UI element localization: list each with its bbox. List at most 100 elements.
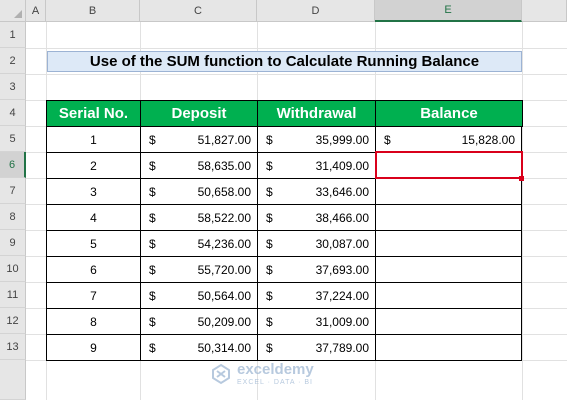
withdrawal-value: 37,224.00 — [315, 288, 369, 303]
withdrawal-value: 37,789.00 — [315, 340, 369, 355]
deposit-cell[interactable]: $55,720.00 — [140, 256, 258, 283]
active-cell-selection[interactable] — [375, 151, 523, 179]
serial-cell[interactable]: 4 — [46, 204, 141, 231]
deposit-cell[interactable]: $58,522.00 — [140, 204, 258, 231]
deposit-value: 58,635.00 — [197, 158, 251, 173]
balance-cell[interactable] — [375, 230, 522, 257]
withdrawal-cell[interactable]: $30,087.00 — [257, 230, 376, 257]
row-header-10[interactable]: 10 — [0, 256, 26, 282]
serial-cell[interactable]: 5 — [46, 230, 141, 257]
column-header-c[interactable]: C — [140, 0, 257, 22]
currency-symbol: $ — [266, 236, 273, 251]
deposit-cell[interactable]: $58,635.00 — [140, 152, 258, 179]
serial-cell[interactable]: 2 — [46, 152, 141, 179]
column-header-d[interactable]: D — [257, 0, 375, 22]
row-header-5[interactable]: 5 — [0, 126, 26, 152]
currency-symbol: $ — [149, 288, 156, 303]
withdrawal-value: 35,999.00 — [315, 132, 369, 147]
currency-symbol: $ — [266, 340, 273, 355]
select-all-button[interactable] — [0, 0, 26, 22]
balance-cell[interactable] — [375, 282, 522, 309]
table-header-serial-no: Serial No. — [46, 100, 141, 127]
serial-cell[interactable]: 1 — [46, 126, 141, 153]
withdrawal-cell[interactable]: $35,999.00 — [257, 126, 376, 153]
row-header-9[interactable]: 9 — [0, 230, 26, 256]
serial-cell[interactable]: 8 — [46, 308, 141, 335]
currency-symbol: $ — [266, 132, 273, 147]
gridline — [26, 74, 567, 75]
withdrawal-cell[interactable]: $38,466.00 — [257, 204, 376, 231]
table-header-withdrawal: Withdrawal — [257, 100, 376, 127]
currency-symbol: $ — [149, 184, 156, 199]
watermark-tagline: EXCEL · DATA · BI — [237, 379, 313, 386]
deposit-value: 50,658.00 — [197, 184, 251, 199]
balance-cell[interactable]: $15,828.00 — [375, 126, 522, 153]
balance-cell[interactable] — [375, 204, 522, 231]
balance-cell[interactable] — [375, 256, 522, 283]
withdrawal-cell[interactable]: $37,224.00 — [257, 282, 376, 309]
withdrawal-value: 38,466.00 — [315, 210, 369, 225]
deposit-value: 50,314.00 — [197, 340, 251, 355]
watermark: exceldemy EXCEL · DATA · BI — [210, 357, 380, 391]
row-header-3[interactable]: 3 — [0, 74, 26, 100]
column-header-b[interactable]: B — [46, 0, 140, 22]
currency-symbol: $ — [149, 158, 156, 173]
serial-cell[interactable]: 3 — [46, 178, 141, 205]
currency-symbol: $ — [266, 210, 273, 225]
deposit-value: 55,720.00 — [197, 262, 251, 277]
currency-symbol: $ — [266, 262, 273, 277]
currency-symbol: $ — [149, 132, 156, 147]
column-header-e[interactable]: E — [375, 0, 522, 22]
currency-symbol: $ — [384, 132, 391, 147]
row-header-13[interactable]: 13 — [0, 334, 26, 360]
deposit-cell[interactable]: $50,564.00 — [140, 282, 258, 309]
row-header-8[interactable]: 8 — [0, 204, 26, 230]
row-header-6[interactable]: 6 — [0, 152, 26, 178]
currency-symbol: $ — [266, 314, 273, 329]
deposit-cell[interactable]: $50,209.00 — [140, 308, 258, 335]
column-header-a[interactable]: A — [26, 0, 46, 22]
watermark-name: exceldemy — [237, 361, 314, 378]
deposit-cell[interactable]: $54,236.00 — [140, 230, 258, 257]
row-header-11[interactable]: 11 — [0, 282, 26, 308]
currency-symbol: $ — [149, 314, 156, 329]
currency-symbol: $ — [149, 236, 156, 251]
withdrawal-cell[interactable]: $33,646.00 — [257, 178, 376, 205]
row-header-2[interactable]: 2 — [0, 48, 26, 74]
currency-symbol: $ — [266, 184, 273, 199]
row-header-4[interactable]: 4 — [0, 100, 26, 126]
currency-symbol: $ — [149, 210, 156, 225]
row-header-1[interactable]: 1 — [0, 22, 26, 48]
deposit-value: 50,209.00 — [197, 314, 251, 329]
row-header-7[interactable]: 7 — [0, 178, 26, 204]
gridline — [26, 48, 567, 49]
deposit-value: 51,827.00 — [197, 132, 251, 147]
serial-cell[interactable]: 9 — [46, 334, 141, 361]
fill-handle[interactable] — [519, 176, 524, 181]
withdrawal-value: 31,009.00 — [315, 314, 369, 329]
deposit-cell[interactable]: $50,658.00 — [140, 178, 258, 205]
sheet-title: Use of the SUM function to Calculate Run… — [47, 51, 522, 72]
row-header-overflow — [0, 360, 26, 400]
balance-cell[interactable] — [375, 308, 522, 335]
withdrawal-value: 33,646.00 — [315, 184, 369, 199]
withdrawal-value: 31,409.00 — [315, 158, 369, 173]
currency-symbol: $ — [266, 158, 273, 173]
serial-cell[interactable]: 7 — [46, 282, 141, 309]
table-header-balance: Balance — [375, 100, 523, 127]
balance-value: 15,828.00 — [461, 132, 515, 147]
withdrawal-cell[interactable]: $31,409.00 — [257, 152, 376, 179]
deposit-value: 50,564.00 — [197, 288, 251, 303]
withdrawal-cell[interactable]: $31,009.00 — [257, 308, 376, 335]
balance-cell[interactable] — [375, 178, 522, 205]
withdrawal-cell[interactable]: $37,693.00 — [257, 256, 376, 283]
table-header-deposit: Deposit — [140, 100, 258, 127]
balance-cell[interactable] — [375, 334, 522, 361]
exceldemy-logo-icon — [212, 363, 230, 385]
withdrawal-value: 37,693.00 — [315, 262, 369, 277]
row-header-12[interactable]: 12 — [0, 308, 26, 334]
serial-cell[interactable]: 6 — [46, 256, 141, 283]
deposit-cell[interactable]: $51,827.00 — [140, 126, 258, 153]
gridline — [522, 22, 523, 400]
withdrawal-value: 30,087.00 — [315, 236, 369, 251]
